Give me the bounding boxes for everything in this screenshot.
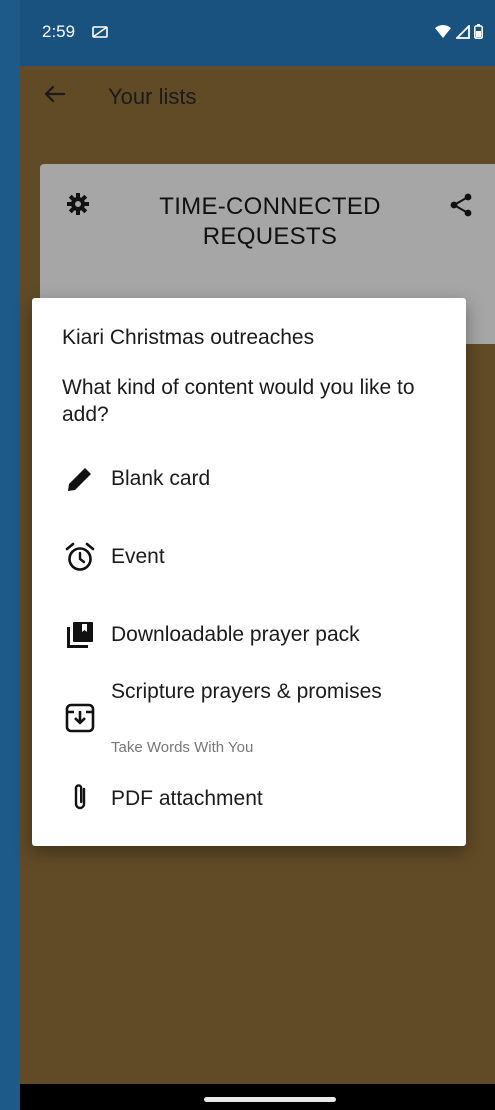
wifi-icon xyxy=(434,24,452,44)
option-sublabel: Take Words With You xyxy=(111,739,254,756)
status-time: 2:59 xyxy=(42,22,76,41)
option-label: Downloadable prayer pack xyxy=(111,623,360,646)
arrow-back-icon xyxy=(44,85,66,103)
option-label: Blank card xyxy=(111,467,211,490)
page-title: Your lists xyxy=(108,84,197,109)
paperclip-icon xyxy=(64,782,96,814)
dialog-question: What kind of content would you like to a… xyxy=(62,376,415,426)
home-indicator[interactable] xyxy=(204,1097,336,1102)
status-bar: 2:59 xyxy=(20,0,495,66)
alarm-clock-icon xyxy=(64,541,96,573)
dialog-title: Kiari Christmas outreaches xyxy=(62,326,315,349)
option-event[interactable]: Event xyxy=(32,526,466,588)
option-label: PDF attachment xyxy=(111,787,263,810)
option-pdf-attachment[interactable]: PDF attachment xyxy=(32,768,466,830)
option-label: Event xyxy=(111,545,165,568)
navigation-bar xyxy=(20,1084,495,1110)
option-scripture-prayers[interactable]: Scripture prayers & promises Take Words … xyxy=(32,680,466,762)
card-title: TIME-CONNECTED REQUESTS xyxy=(159,193,381,250)
signal-icon xyxy=(454,23,470,44)
add-content-dialog: Kiari Christmas outreaches What kind of … xyxy=(32,298,466,846)
back-button[interactable] xyxy=(38,78,70,110)
share-icon[interactable] xyxy=(448,192,474,218)
option-label: Scripture prayers & promises xyxy=(111,680,382,703)
battery-icon xyxy=(474,24,484,44)
gear-icon[interactable] xyxy=(66,192,90,216)
app-bar: Your lists xyxy=(20,66,495,126)
option-blank-card[interactable]: Blank card xyxy=(32,448,466,510)
pencil-icon xyxy=(64,463,96,495)
download-box-icon xyxy=(64,702,96,734)
option-prayer-pack[interactable]: Downloadable prayer pack xyxy=(32,604,466,666)
notification-icon xyxy=(92,25,108,44)
library-icon xyxy=(64,619,96,651)
status-icons xyxy=(434,23,484,44)
